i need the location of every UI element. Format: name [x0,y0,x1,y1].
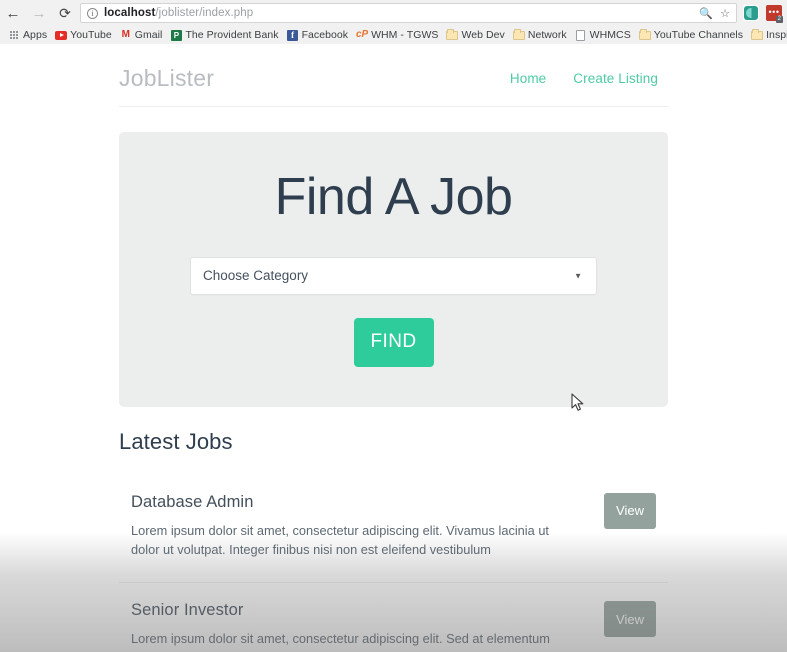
browser-toolbar: ← → ⟳ i localhost/joblister/index.php 🔍 … [0,0,787,26]
find-button[interactable]: FIND [353,317,434,367]
job-title: Database Admin [131,492,254,511]
page-title: Find A Job [274,168,513,226]
bookmark-label: YouTube Channels [653,29,744,41]
site-navbar: JobLister Home Create Listing [119,57,668,107]
bookmark-facebook[interactable]: f Facebook [284,27,354,43]
bookmark-whmcs[interactable]: WHMCS [572,27,636,43]
bookmark-label: Inspirations [766,29,787,41]
bookmark-label: The Provident Bank [185,29,279,41]
bookmark-label: WHMCS [589,29,631,41]
back-icon[interactable]: ← [0,0,26,26]
extension-badge: 2 [775,16,783,23]
page-container: JobLister Home Create Listing Find A Job… [119,44,668,652]
address-bar-url: localhost/joblister/index.php [104,7,253,19]
category-select-wrapper: Choose Category ▼ [143,256,644,295]
bookmark-youtube[interactable]: YouTube [52,27,117,43]
nav-link-create-listing[interactable]: Create Listing [573,71,658,86]
job-card[interactable]: Senior Investor Lorem ipsum dolor sit am… [119,583,668,652]
folder-icon [638,28,651,41]
browser-chrome: ← → ⟳ i localhost/joblister/index.php 🔍 … [0,0,787,44]
bookmark-whm-tgws[interactable]: cP WHM - TGWS [353,27,443,43]
hero-jumbotron: Find A Job Choose Category ▼ FIND [119,132,668,407]
address-bar[interactable]: i localhost/joblister/index.php 🔍 ☆ [80,3,737,23]
omnibox-actions: 🔍 ☆ [693,7,730,20]
document-icon [575,29,587,41]
info-circle-icon[interactable]: i [87,7,98,19]
search-icon[interactable]: 🔍 [699,7,713,20]
bookmark-network[interactable]: Network [510,27,572,43]
job-description: Lorem ipsum dolor sit amet, consectetur … [131,522,549,558]
teal-extension-icon[interactable] [743,5,759,21]
folder-icon [446,28,459,41]
folder-icon [751,28,764,41]
job-description: Lorem ipsum dolor sit amet, consectetur … [131,631,550,652]
cpanel-icon: cP [355,29,369,40]
job-card-content: Senior Investor Lorem ipsum dolor sit am… [119,601,668,652]
view-button[interactable]: View [604,492,656,529]
job-title: Senior Investor [131,601,244,620]
url-path: /joblister/index.php [155,7,254,19]
red-extension-icon[interactable]: ••• 2 [766,5,783,23]
url-host: localhost [104,7,156,19]
extension-toolbar: ••• 2 [743,5,787,23]
bookmark-web-dev[interactable]: Web Dev [443,27,509,43]
view-button[interactable]: View [604,601,656,638]
bookmark-inspirations[interactable]: Inspirations [748,27,787,43]
bookmark-gmail[interactable]: M Gmail [117,27,168,43]
bookmark-label: WHM - TGWS [371,29,439,41]
forward-icon[interactable]: → [26,0,52,26]
folder-icon [512,28,525,41]
bookmarks-bar: Apps YouTube M Gmail P The Provident Ban… [0,26,787,44]
category-select[interactable]: Choose Category [190,256,597,295]
browser-window: ← → ⟳ i localhost/joblister/index.php 🔍 … [0,0,787,652]
facebook-icon: f [287,29,299,41]
brand-logo[interactable]: JobLister [119,65,214,92]
navbar-links: Home Create Listing [510,71,668,86]
job-card[interactable]: Database Admin Lorem ipsum dolor sit ame… [119,475,668,584]
gmail-icon: M [121,29,130,40]
bookmark-label: Web Dev [461,29,505,41]
star-icon[interactable]: ☆ [720,7,730,20]
reload-icon[interactable]: ⟳ [52,0,78,26]
apps-grid-icon [8,29,20,41]
nav-link-home[interactable]: Home [510,71,546,86]
bookmark-label: Apps [23,29,48,41]
bookmark-label: Facebook [301,29,349,41]
bookmark-apps[interactable]: Apps [5,27,52,43]
page-viewport: JobLister Home Create Listing Find A Job… [0,44,787,652]
chevron-down-icon[interactable]: ▼ [574,271,582,280]
youtube-icon [55,29,68,41]
bookmark-label: YouTube [70,29,112,41]
job-list: Database Admin Lorem ipsum dolor sit ame… [119,475,668,652]
bookmark-label: Gmail [134,29,163,41]
bookmark-youtube-channels[interactable]: YouTube Channels [636,27,748,43]
provident-bank-icon: P [170,29,182,41]
bookmark-label: Network [527,29,567,41]
bookmark-provident-bank[interactable]: P The Provident Bank [167,27,283,43]
job-card-content: Database Admin Lorem ipsum dolor sit ame… [119,493,668,561]
section-title-latest-jobs: Latest Jobs [119,428,233,454]
